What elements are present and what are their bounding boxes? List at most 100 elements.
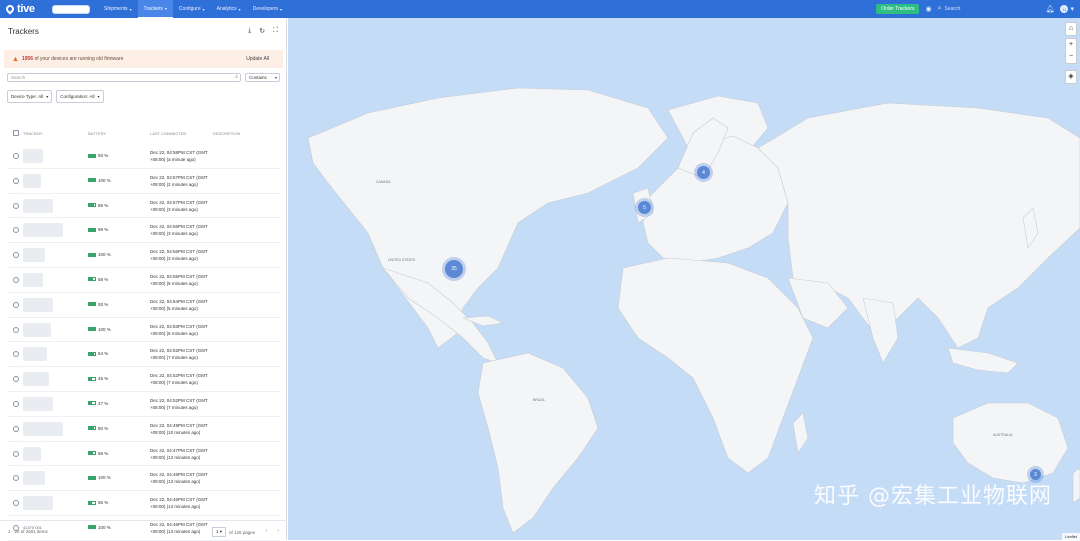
table-row[interactable]: 100 % Dec 22, 04:46PM CST (GMT +08:00) (1… [8, 466, 280, 492]
battery-icon [88, 277, 96, 282]
tracker-id-redacted[interactable] [23, 248, 45, 263]
map-label-brazil: BRAZIL [533, 398, 546, 402]
row-checkbox[interactable] [13, 153, 19, 159]
last-connected: Dec 22, 04:57PM CST (GMT +08:00) (2 minu… [150, 174, 208, 187]
tive-logo[interactable]: tive [4, 2, 42, 16]
battery-cell: 93 % [88, 302, 108, 307]
top-navbar: tive Shipments ▾ Trackers ▾ Configure ▾ Ana… [0, 0, 1080, 18]
next-page-icon[interactable]: › [277, 528, 279, 534]
visibility-icon[interactable]: ◉ [925, 5, 931, 13]
tracker-id-redacted[interactable] [23, 421, 63, 436]
battery-value: 100 % [98, 475, 111, 481]
tracker-id-redacted[interactable] [23, 223, 63, 238]
tracker-id-redacted[interactable] [23, 446, 41, 461]
row-checkbox[interactable] [13, 500, 19, 507]
table-row[interactable]: 68 % Dec 22, 04:55PM CST (GMT +08:00) (5 … [8, 268, 280, 293]
table-row[interactable]: 80 % Dec 22, 04:49PM CST (GMT +08:00) (10… [8, 417, 280, 442]
search-input[interactable]: Search ⌕ [7, 73, 241, 82]
column-header-last-connected[interactable]: LAST CONNECTED [150, 131, 186, 136]
configuration-filter[interactable]: Configuration: All ▾ [56, 90, 104, 103]
table-row[interactable]: 85 % Dec 22, 04:57PM CST (GMT +08:00) (3 … [8, 194, 280, 219]
menu-trackers[interactable]: Trackers ▾ [137, 0, 173, 18]
tracker-id-redacted[interactable] [23, 272, 43, 287]
battery-icon [88, 302, 96, 307]
row-checkbox[interactable] [13, 177, 19, 184]
table-row[interactable]: 99 % Dec 22, 04:56PM CST (GMT +08:00) (3 … [8, 218, 280, 244]
row-checkbox[interactable] [13, 276, 19, 283]
map-cluster-marker[interactable]: 5 [638, 201, 651, 214]
column-header-description[interactable]: DESCRIPTION [213, 131, 240, 136]
column-header-battery[interactable]: BATTERY [88, 131, 106, 136]
home-control[interactable]: ⌂ [1065, 22, 1077, 36]
table-row[interactable]: 100 % Dec 22, 04:57PM CST (GMT +08:00) (2… [8, 169, 280, 194]
tracker-id-redacted[interactable] [23, 347, 47, 362]
battery-value: 93 % [98, 301, 109, 307]
search-mode-select[interactable]: Contains ▾ [245, 73, 280, 82]
refresh-icon[interactable]: ↻ [259, 27, 265, 35]
tracker-id-redacted[interactable] [23, 471, 45, 486]
menu-developers[interactable]: Developers ▾ [247, 0, 288, 18]
table-row[interactable]: 93 % Dec 22, 04:54PM CST (GMT +08:00) (5 … [8, 293, 280, 318]
update-all-link[interactable]: Update All [246, 56, 269, 62]
row-checkbox[interactable] [13, 351, 19, 358]
table-row[interactable]: 66 % Dec 22, 04:47PM CST (GMT +08:00) (13… [8, 442, 280, 467]
chevron-down-icon: ▾ [274, 75, 277, 80]
row-checkbox[interactable] [13, 400, 19, 407]
table-row[interactable]: 84 % Dec 22, 04:52PM CST (GMT +08:00) (7 … [8, 342, 280, 368]
global-search[interactable]: ⌕ Search [938, 4, 1038, 14]
row-checkbox[interactable] [13, 376, 19, 383]
table-row[interactable]: 56 % Dec 22, 04:46PM CST (GMT +08:00) (13… [8, 491, 280, 516]
row-checkbox[interactable] [13, 252, 19, 259]
expand-icon[interactable]: ⛶ [273, 27, 278, 35]
map-cluster-marker[interactable]: 35 [445, 260, 463, 278]
row-checkbox[interactable] [13, 475, 19, 482]
avatar[interactable]: U [1060, 5, 1069, 13]
world-map[interactable]: CANADA UNITED STATES BRAZIL AUSTRALIA 4 … [288, 18, 1080, 540]
filters: Device Type: All ▾ Configuration: All ▾ [7, 90, 104, 103]
tracker-id-redacted[interactable] [23, 496, 53, 511]
row-checkbox[interactable] [13, 326, 19, 333]
battery-value: 56 % [98, 500, 109, 506]
menu-shipments[interactable]: Shipments ▾ [98, 0, 138, 18]
tracker-id-redacted[interactable] [23, 372, 49, 387]
tracker-id-redacted[interactable] [23, 173, 41, 188]
table-row[interactable]: 93 % Dec 22, 04:58PM CST (GMT +08:00) (a … [8, 144, 280, 169]
select-all-checkbox[interactable] [13, 130, 19, 136]
download-icon[interactable]: ⤓ [248, 27, 251, 35]
row-checkbox[interactable] [13, 202, 19, 209]
tracker-id-redacted[interactable] [23, 149, 43, 163]
map-cluster-marker[interactable]: 4 [697, 166, 710, 179]
table-row[interactable]: 45 % Dec 22, 04:52PM CST (GMT +08:00) (7 … [8, 367, 280, 392]
row-checkbox[interactable] [13, 425, 19, 432]
tracker-id-redacted[interactable] [23, 198, 53, 213]
zoom-in-button[interactable]: + [1069, 39, 1073, 51]
table-row[interactable]: 100 % Dec 22, 04:53PM CST (GMT +08:00) (6… [8, 318, 280, 343]
table-row[interactable]: 100 % Dec 22, 04:56PM CST (GMT +08:00) (3… [8, 243, 280, 268]
page-number-select[interactable]: 1 ▾ [212, 527, 227, 537]
battery-cell: 45 % [88, 376, 108, 381]
search-placeholder: Search [11, 75, 26, 80]
row-checkbox[interactable] [13, 227, 19, 234]
table-row[interactable]: 47 % Dec 22, 04:52PM CST (GMT +08:00) (7 … [8, 392, 280, 417]
map-attribution[interactable]: Leaflet [1061, 533, 1080, 540]
column-header-tracker[interactable]: TRACKER [23, 131, 42, 136]
row-checkbox[interactable] [13, 450, 19, 457]
map-label-canada: CANADA [376, 180, 391, 184]
zoom-out-button[interactable]: − [1069, 51, 1073, 63]
order-trackers-button[interactable]: Order Trackers [876, 4, 920, 14]
bell-icon[interactable]: 🔔︎ [1046, 5, 1055, 13]
battery-icon [88, 376, 96, 381]
menu-analytics[interactable]: Analytics ▾ [211, 0, 247, 18]
map-land [307, 87, 1080, 534]
tracker-id-redacted[interactable] [23, 322, 51, 337]
tracker-id-redacted[interactable] [23, 396, 53, 411]
tracker-id-redacted[interactable] [23, 297, 53, 312]
prev-page-icon[interactable]: ‹ [266, 528, 268, 534]
device-type-filter[interactable]: Device Type: All ▾ [7, 90, 53, 103]
layers-control[interactable]: ◈ [1065, 70, 1077, 84]
menu-configure[interactable]: Configure ▾ [173, 0, 211, 18]
row-checkbox[interactable] [13, 301, 19, 308]
battery-icon [88, 500, 96, 505]
organization-selector[interactable] [52, 4, 90, 14]
chevron-down-icon[interactable]: ▾ [1070, 5, 1074, 13]
